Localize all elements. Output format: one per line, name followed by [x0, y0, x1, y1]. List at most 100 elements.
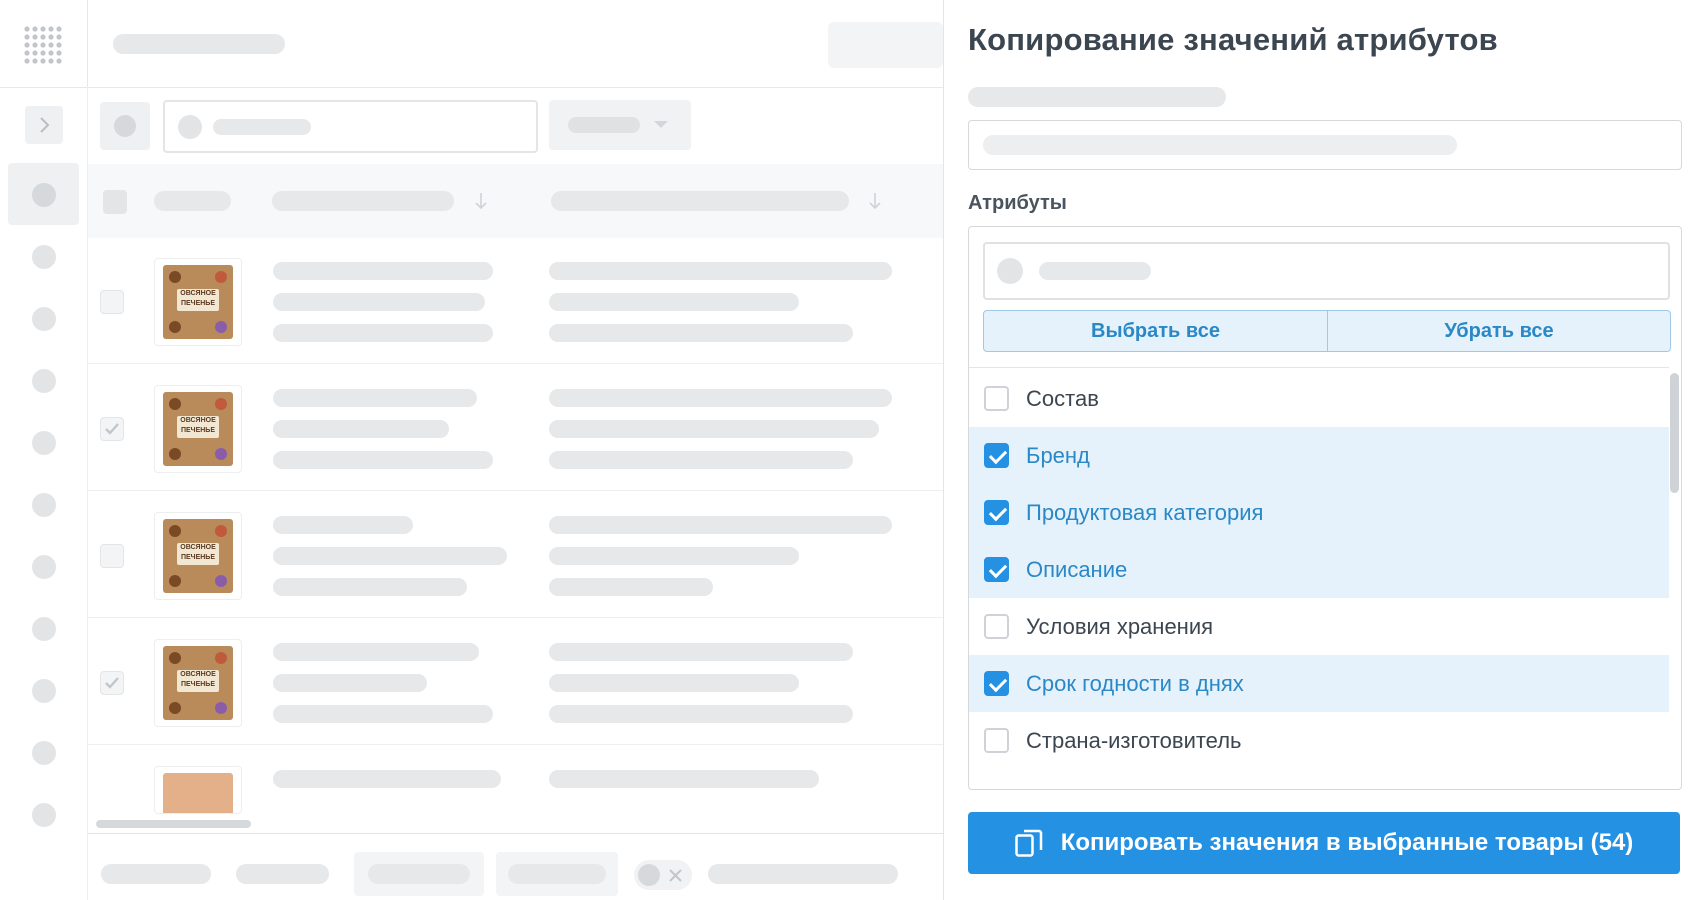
attribute-item[interactable]: Бренд	[969, 427, 1669, 484]
attribute-item[interactable]: Условия хранения	[969, 598, 1669, 655]
table-header	[88, 164, 943, 238]
product-thumbnail[interactable]: ОВСЯНОЕ ПЕЧЕНЬЕ	[154, 385, 242, 473]
attribute-checkbox[interactable]	[984, 614, 1009, 639]
panel-title: Копирование значений атрибутов	[968, 22, 1498, 57]
sidebar-icon[interactable]	[32, 369, 56, 393]
cell-placeholder	[549, 262, 892, 280]
sort-down-icon[interactable]	[868, 192, 882, 210]
cell-placeholder	[273, 293, 485, 311]
cell-placeholder	[273, 643, 479, 661]
copy-attributes-panel: Копирование значений атрибутов Атрибуты …	[943, 0, 1700, 900]
cell-placeholder	[549, 293, 799, 311]
cell-placeholder	[273, 770, 501, 788]
attribute-item[interactable]: Страна-изготовитель	[969, 712, 1669, 769]
top-bar	[0, 0, 943, 88]
attributes-label: Атрибуты	[968, 192, 1067, 214]
attribute-checkbox[interactable]	[984, 386, 1009, 411]
footer-button[interactable]	[354, 852, 484, 896]
row-checkbox[interactable]	[100, 417, 124, 441]
filter-dropdown[interactable]	[549, 100, 691, 150]
row-checkbox[interactable]	[100, 671, 124, 695]
row-checkbox[interactable]	[100, 290, 124, 314]
product-thumbnail[interactable]: ОВСЯНОЕ ПЕЧЕНЬЕ	[154, 512, 242, 600]
cell-placeholder	[273, 389, 477, 407]
product-thumbnail[interactable]	[154, 766, 242, 814]
cell-placeholder	[549, 389, 892, 407]
row-checkbox[interactable]	[100, 544, 124, 568]
sidebar-icon[interactable]	[32, 803, 56, 827]
attributes-box: Выбрать все Убрать все Состав Бренд Продук…	[968, 226, 1682, 790]
cell-placeholder	[549, 324, 853, 342]
search-input[interactable]	[163, 100, 538, 153]
attribute-item[interactable]: Описание	[969, 541, 1669, 598]
cell-placeholder	[273, 324, 493, 342]
sidebar-icon[interactable]	[32, 555, 56, 579]
cell-placeholder	[273, 674, 427, 692]
sidebar-icon[interactable]	[32, 679, 56, 703]
top-action-placeholder	[828, 22, 943, 68]
source-field[interactable]	[968, 120, 1682, 170]
attribute-search-input[interactable]	[983, 242, 1670, 300]
cell-placeholder	[549, 770, 819, 788]
sidebar-icon[interactable]	[32, 307, 56, 331]
attribute-checkbox[interactable]	[984, 728, 1009, 753]
sidebar-icon[interactable]	[32, 245, 56, 269]
toolbar-button[interactable]	[100, 102, 150, 150]
attribute-label: Описание	[1026, 556, 1128, 582]
cell-placeholder	[273, 420, 449, 438]
attribute-label: Состав	[1026, 385, 1099, 411]
attribute-item[interactable]: Состав	[969, 370, 1669, 427]
footer-button[interactable]	[496, 852, 618, 896]
cell-placeholder	[273, 516, 413, 534]
copy-icon	[1014, 828, 1043, 858]
attribute-item[interactable]: Продуктовая категория	[969, 484, 1669, 541]
cell-placeholder	[273, 705, 493, 723]
sidebar-icon[interactable]	[32, 741, 56, 765]
cell-placeholder	[273, 578, 467, 596]
list-scrollbar[interactable]	[1670, 373, 1679, 493]
product-label: ОВСЯНОЕ ПЕЧЕНЬЕ	[177, 289, 219, 311]
toggle-switch[interactable]	[634, 860, 692, 890]
attribute-list: Состав Бренд Продуктовая категория Описание…	[969, 367, 1669, 789]
attribute-label: Срок годности в днях	[1026, 670, 1244, 696]
page-title-placeholder	[113, 34, 285, 54]
cell-placeholder	[273, 547, 507, 565]
sort-down-icon[interactable]	[474, 192, 488, 210]
search-icon	[997, 258, 1023, 284]
attribute-checkbox[interactable]	[984, 500, 1009, 525]
sidebar-icon[interactable]	[32, 431, 56, 455]
product-list-view: ОВСЯНОЕ ПЕЧЕНЬЕ ОВСЯНОЕ ПЕЧЕНЬЕ ОВСЯНОЕ ПЕ…	[0, 0, 943, 900]
sidebar-rail	[0, 87, 88, 900]
apps-grid-icon[interactable]	[24, 26, 62, 64]
attribute-item[interactable]: Срок годности в днях	[969, 655, 1669, 712]
copy-values-label: Копировать значения в выбранные товары (…	[1060, 829, 1634, 856]
cell-placeholder	[549, 420, 879, 438]
cell-placeholder	[273, 262, 493, 280]
cell-placeholder	[549, 674, 799, 692]
attribute-label: Бренд	[1026, 442, 1090, 468]
sidebar-icon[interactable]	[32, 183, 56, 207]
search-icon	[178, 115, 202, 139]
attribute-checkbox[interactable]	[984, 671, 1009, 696]
sidebar-icon[interactable]	[32, 617, 56, 641]
copy-values-button[interactable]: Копировать значения в выбранные товары (…	[968, 812, 1680, 874]
horizontal-scrollbar[interactable]	[96, 820, 251, 828]
close-icon	[669, 869, 682, 882]
product-thumbnail[interactable]: ОВСЯНОЕ ПЕЧЕНЬЕ	[154, 258, 242, 346]
select-all-checkbox[interactable]	[103, 190, 127, 214]
cell-placeholder	[273, 451, 493, 469]
chevron-down-icon	[654, 121, 668, 128]
product-thumbnail[interactable]: ОВСЯНОЕ ПЕЧЕНЬЕ	[154, 639, 242, 727]
attribute-label: Продуктовая категория	[1026, 499, 1264, 525]
attribute-label: Условия хранения	[1026, 613, 1214, 639]
attribute-label: Страна-изготовитель	[1026, 727, 1242, 753]
select-all-button[interactable]: Выбрать все	[983, 310, 1328, 352]
cell-placeholder	[549, 451, 853, 469]
clear-all-button[interactable]: Убрать все	[1327, 310, 1671, 352]
cell-placeholder	[549, 578, 713, 596]
product-label: ОВСЯНОЕ ПЕЧЕНЬЕ	[177, 416, 219, 438]
sidebar-icon[interactable]	[32, 493, 56, 517]
chevron-right-icon[interactable]	[25, 106, 63, 144]
attribute-checkbox[interactable]	[984, 443, 1009, 468]
attribute-checkbox[interactable]	[984, 557, 1009, 582]
